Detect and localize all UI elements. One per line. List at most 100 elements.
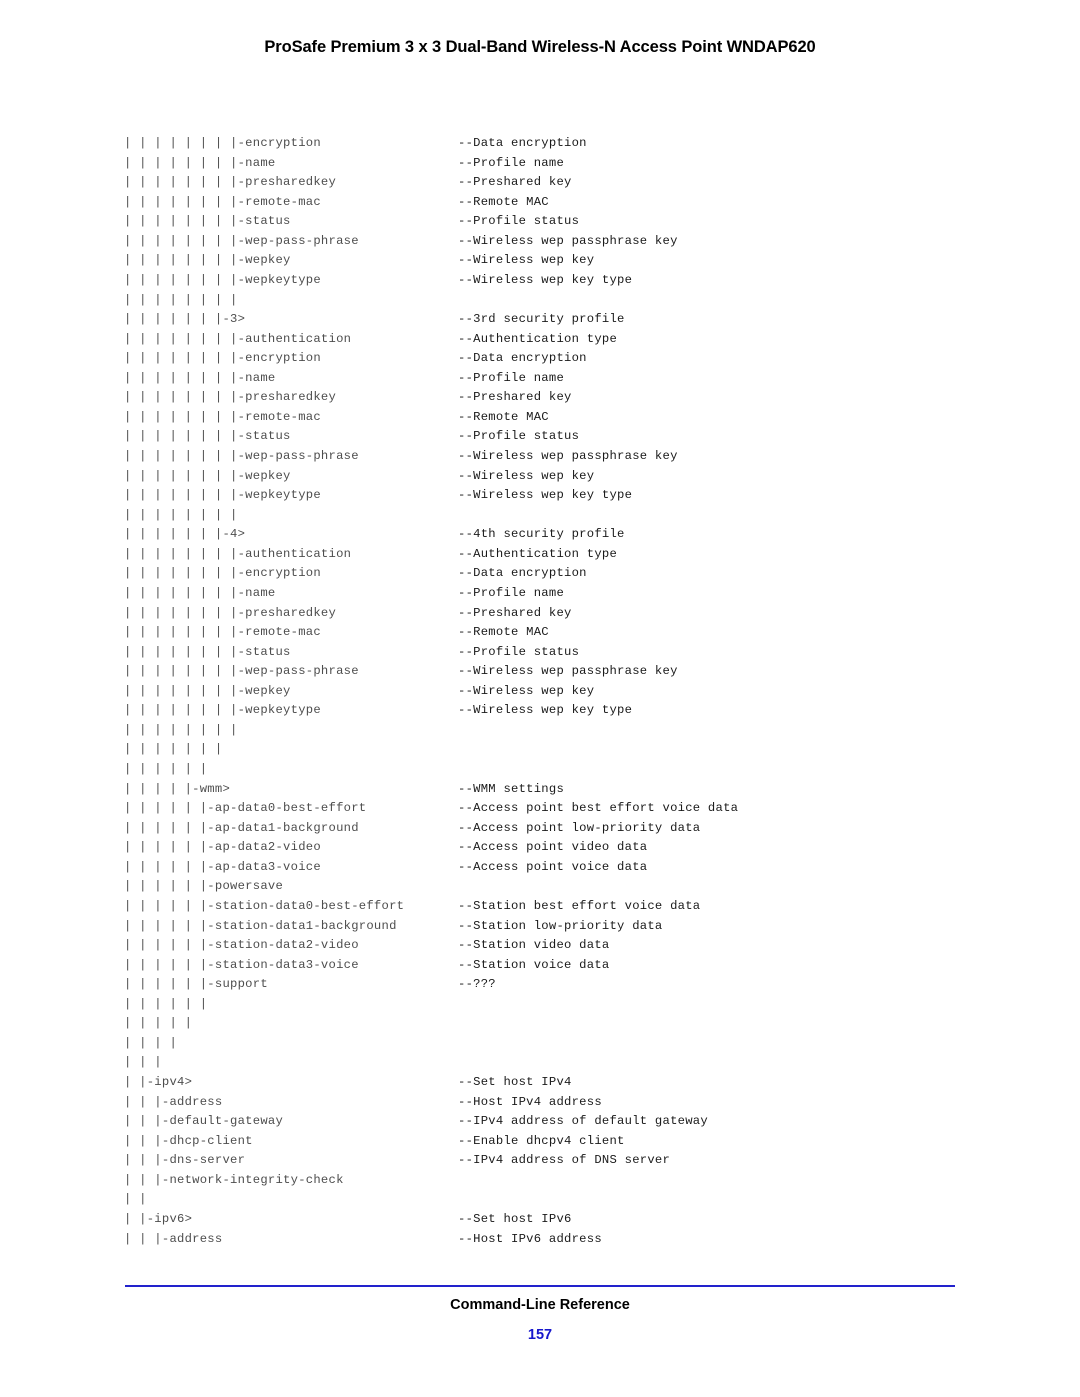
command-tree-description: --Wireless wep key type	[458, 488, 633, 503]
command-tree-label: | | | | | | | |-remote-mac	[124, 409, 321, 424]
command-tree-description: --Preshared key	[458, 605, 572, 620]
command-tree-label: | | | | | |	[124, 762, 215, 776]
command-tree-line: | | | | | | |-4> --4th security profile	[124, 525, 624, 545]
command-tree-line: | | | | | |-station-data3-voice --Station…	[124, 956, 609, 976]
command-tree-description: --Data encryption	[458, 136, 587, 150]
command-tree-description: --IPv4 address of DNS server	[458, 1153, 671, 1168]
command-tree-line: | | |	[124, 1053, 404, 1073]
command-tree-line: | | | | | | | |-wepkey --Wireless wep key	[124, 251, 594, 271]
command-tree-label: | | | |	[124, 1035, 185, 1050]
command-tree-line: | | | | | | | |-wepkeytype --Wireless wep…	[124, 486, 632, 506]
command-tree-label: | | | | | | | |-remote-mac	[124, 625, 321, 640]
command-tree-line: | | | | | | | |-authentication --Authenti…	[124, 545, 617, 565]
command-tree-line: | | | | | | | |-status --Profile status	[124, 643, 579, 663]
command-tree-label: | | | | | |-station-data1-background	[124, 918, 397, 933]
command-tree-label: | | | | | | | |-encryption	[124, 351, 321, 366]
command-tree-description: --Host IPv6 address	[458, 1231, 602, 1246]
command-tree-description: --Access point video data	[458, 840, 648, 855]
command-tree-line: | | | | | | | |-wepkey --Wireless wep key	[124, 682, 594, 702]
command-tree-line: | | | | | |	[124, 760, 404, 780]
command-tree-label: | | | | | | | |-wep-pass-phrase	[124, 664, 359, 679]
command-tree-label: | | |-address	[124, 1094, 223, 1109]
command-tree-description: --Remote MAC	[458, 409, 549, 424]
command-tree-description: --Station low-priority data	[458, 918, 663, 933]
command-tree-label: | |	[124, 1192, 155, 1207]
command-tree-line: | | | | | | | |-status --Profile status	[124, 212, 579, 232]
command-tree-line: | | | | | | | |-status --Profile status	[124, 427, 579, 447]
command-tree-label: | | | | | |-station-data2-video	[124, 938, 359, 953]
command-tree-line: | | | | | |-ap-data2-video --Access point…	[124, 838, 647, 858]
command-tree-line: | | | | | |-station-data1-background --St…	[124, 917, 662, 937]
command-tree-line: | | |-default-gateway --IPv4 address of d…	[124, 1112, 708, 1132]
command-tree-line: | | | | | | | |-name --Profile name	[124, 154, 564, 174]
command-tree-description: --Authentication type	[458, 331, 618, 346]
command-tree-description: --Wireless wep key	[458, 683, 595, 698]
command-tree-line: | | | | | | | |-encryption --Data encrypt…	[124, 564, 587, 584]
command-tree-line: | | |-dns-server --IPv4 address of DNS se…	[124, 1151, 670, 1171]
command-tree-line: | | | | | |	[124, 995, 404, 1015]
command-tree-description: --Profile name	[458, 585, 565, 600]
command-tree-description: --Profile status	[458, 214, 580, 229]
command-tree-line: | | | | | | | |-wepkey --Wireless wep key	[124, 467, 594, 487]
command-tree-line: | | | | | | | |-encryption --Data encrypt…	[124, 134, 587, 154]
command-tree-description: --Access point low-priority data	[458, 820, 701, 835]
command-tree-line: | | |-address --Host IPv6 address	[124, 1230, 602, 1250]
command-tree-description: --Host IPv4 address	[458, 1094, 602, 1109]
document-page: ProSafe Premium 3 x 3 Dual-Band Wireless…	[0, 0, 1080, 1397]
command-tree-line: | | | | | | | |-name --Profile name	[124, 369, 564, 389]
command-tree-line: | | | | | |-ap-data0-best-effort --Access…	[124, 799, 738, 819]
command-tree-label: | | | | | |-station-data3-voice	[124, 957, 359, 972]
command-tree-line: | | | | | | | |	[124, 506, 404, 526]
command-tree-label: | | | | | | | |-wepkeytype	[124, 488, 321, 503]
command-tree-label: | | | | | |	[124, 996, 215, 1011]
command-tree-label: | | | | | | | |	[124, 507, 246, 522]
command-tree-line: | | | | | | | |-wep-pass-phrase --Wireles…	[124, 447, 677, 467]
command-tree-description: --Set host IPv6	[458, 1211, 572, 1226]
command-tree-description: --Data encryption	[458, 566, 587, 581]
command-tree-label: | | | | | |-support	[124, 977, 268, 992]
command-tree-line: | | | |	[124, 1034, 404, 1054]
command-tree-description: --Profile status	[458, 429, 580, 444]
command-tree-label: | | | | | | | |	[124, 722, 246, 737]
command-tree-line: | | | | | | | |-presharedkey --Preshared …	[124, 173, 571, 193]
command-tree-line: | | | | | | | |-name --Profile name	[124, 584, 564, 604]
command-tree-description: --Preshared key	[458, 175, 572, 190]
command-tree-line: | | | | |	[124, 1014, 404, 1034]
command-tree-description: --Wireless wep passphrase key	[458, 449, 678, 463]
command-tree-line: | | | | | |-ap-data3-voice --Access point…	[124, 858, 647, 878]
command-tree-line: | |-ipv4> --Set host IPv4	[124, 1073, 571, 1093]
command-tree-label: | | | | |	[124, 1016, 200, 1031]
command-tree-label: | | | | | | | |-wepkey	[124, 468, 291, 483]
command-tree-label: | | | | | | | |-name	[124, 155, 276, 170]
footer-document-title: Command-Line Reference	[450, 1297, 630, 1313]
command-tree-line: | | | | | |-support --???	[124, 975, 496, 995]
command-tree-label: | | |-dns-server	[124, 1153, 246, 1168]
command-tree-description: --Station video data	[458, 938, 610, 953]
command-tree-label: | | | | |-wmm>	[124, 781, 231, 796]
command-tree-line: | | | | | | | |-wepkeytype --Wireless wep…	[124, 701, 632, 721]
command-tree-label: | |-ipv6>	[124, 1211, 193, 1226]
command-tree-label: | | | | | | | |-remote-mac	[124, 194, 321, 209]
command-tree-description: --Wireless wep key type	[458, 272, 633, 287]
command-tree-line: | | |-network-integrity-check	[124, 1171, 404, 1191]
command-tree-line: | | | | | | | |-wepkeytype --Wireless wep…	[124, 271, 632, 291]
command-tree-description: --Profile name	[458, 155, 565, 170]
footer-page-number: 157	[527, 1327, 553, 1343]
command-tree-line: | | |-dhcp-client --Enable dhcpv4 client	[124, 1132, 624, 1152]
command-tree-label: | | | | | | | |-status	[124, 429, 291, 444]
command-tree-description: --Remote MAC	[458, 625, 549, 640]
command-tree-line: | | | | | | | |-remote-mac --Remote MAC	[124, 193, 549, 213]
command-tree-label: | | | | | | | |-status	[124, 214, 291, 229]
command-tree-description: --Set host IPv4	[458, 1075, 572, 1089]
command-tree-label: | | | | | | | |	[124, 292, 246, 307]
command-tree-line: | | | | | |-station-data0-best-effort --S…	[124, 897, 700, 917]
command-tree-description: --IPv4 address of default gateway	[458, 1114, 708, 1129]
command-tree-description: --Access point best effort voice data	[458, 801, 739, 816]
command-tree-description: --WMM settings	[458, 781, 565, 796]
command-tree-label: | | | | | | | |-wepkeytype	[124, 703, 321, 718]
command-tree-label: | | | | | | | |-presharedkey	[124, 605, 337, 620]
command-tree-description: --Station best effort voice data	[458, 898, 701, 913]
command-tree-description: --Preshared key	[458, 390, 572, 405]
command-tree-line: | | | | | | | |	[124, 291, 404, 311]
command-tree-description: --Data encryption	[458, 351, 587, 366]
